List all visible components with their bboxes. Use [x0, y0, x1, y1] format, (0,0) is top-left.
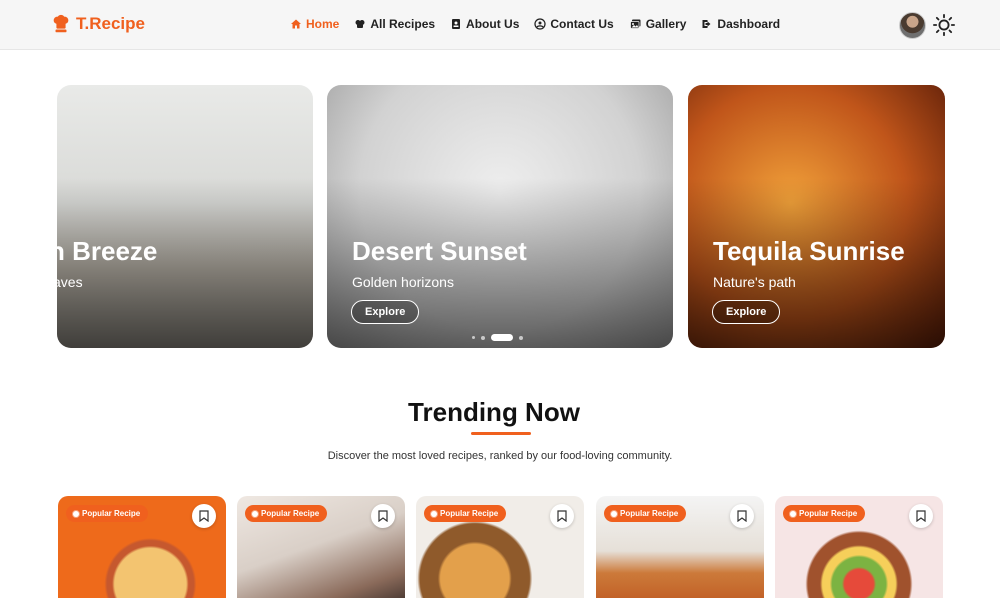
- popular-badge: Popular Recipe: [245, 505, 328, 522]
- carousel-dot[interactable]: [472, 336, 475, 339]
- recipe-card[interactable]: Popular Recipe: [775, 496, 943, 598]
- title-underline: [471, 432, 531, 435]
- slide-title: Desert Sunset: [352, 236, 527, 266]
- brand-logo[interactable]: T.Recipe: [50, 13, 145, 35]
- gallery-icon: [629, 19, 641, 29]
- star-icon: [73, 510, 79, 517]
- nav-all-recipes[interactable]: All Recipes: [354, 17, 435, 31]
- slide-subtitle: Golden horizons: [352, 274, 454, 290]
- bookmark-icon: [378, 510, 388, 522]
- bookmark-button[interactable]: [371, 504, 395, 528]
- popular-badge: Popular Recipe: [783, 505, 866, 522]
- badge-label: Popular Recipe: [82, 509, 141, 518]
- main-nav: Home All Recipes About Us Contact Us Gal…: [290, 17, 780, 31]
- carousel-slide[interactable]: Desert Sunset Golden horizons Explore: [327, 85, 673, 348]
- about-icon: [452, 19, 461, 29]
- nav-gallery-label: Gallery: [645, 17, 687, 31]
- carousel-dot[interactable]: [481, 335, 485, 340]
- slide-subtitle: Nature's path: [713, 274, 796, 290]
- nav-gallery[interactable]: Gallery: [629, 17, 687, 31]
- user-avatar[interactable]: [899, 12, 926, 39]
- recipe-card[interactable]: Popular Recipe: [596, 496, 764, 598]
- bookmark-icon: [199, 510, 209, 522]
- bookmark-button[interactable]: [909, 504, 933, 528]
- badge-label: Popular Recipe: [261, 509, 320, 518]
- nav-about-us-label: About Us: [466, 17, 520, 31]
- nav-dashboard-label: Dashboard: [717, 17, 781, 31]
- slide-title: Tequila Sunrise: [713, 236, 905, 266]
- dashboard-icon: [702, 20, 711, 28]
- slide-subtitle: aves: [57, 274, 83, 290]
- nav-about-us[interactable]: About Us: [450, 17, 519, 31]
- badge-label: Popular Recipe: [440, 509, 499, 518]
- brand-name: T.Recipe: [76, 14, 145, 33]
- bookmark-icon: [557, 510, 567, 522]
- popular-badge: Popular Recipe: [66, 505, 149, 522]
- recipes-icon: [355, 20, 365, 28]
- recipe-card[interactable]: Popular Recipe: [237, 496, 405, 598]
- popular-badge: Popular Recipe: [604, 505, 687, 522]
- recipe-card[interactable]: Popular Recipe: [58, 496, 226, 598]
- nav-home-label: Home: [306, 17, 340, 31]
- badge-label: Popular Recipe: [620, 509, 679, 518]
- nav-home[interactable]: Home: [290, 17, 339, 31]
- carousel-pagination: [472, 334, 523, 341]
- carousel-dot[interactable]: [519, 335, 523, 340]
- nav-contact-us-label: Contact Us: [550, 17, 614, 31]
- bookmark-button[interactable]: [730, 504, 754, 528]
- explore-button[interactable]: Explore: [351, 300, 420, 324]
- star-icon: [790, 510, 796, 517]
- contact-icon: [534, 18, 546, 30]
- section-description: Discover the most loved recipes, ranked …: [327, 450, 673, 462]
- star-icon: [611, 510, 617, 517]
- carousel-slide[interactable]: n Breeze aves: [57, 85, 313, 348]
- bookmark-icon: [737, 510, 747, 522]
- bookmark-icon: [916, 510, 926, 522]
- badge-label: Popular Recipe: [799, 509, 858, 518]
- sun-icon[interactable]: [933, 14, 955, 36]
- explore-button[interactable]: Explore: [712, 300, 781, 324]
- carousel-slide[interactable]: Tequila Sunrise Nature's path Explore: [688, 85, 945, 348]
- bookmark-button[interactable]: [550, 504, 574, 528]
- recipe-card[interactable]: Popular Recipe: [416, 496, 584, 598]
- chef-icon: [53, 14, 69, 33]
- star-icon: [252, 510, 258, 517]
- bookmark-button[interactable]: [192, 504, 216, 528]
- section-title: Trending Now: [408, 397, 580, 427]
- slide-title: n Breeze: [57, 236, 158, 266]
- carousel-dot-active[interactable]: [491, 334, 513, 341]
- navbar: T.Recipe Home All Recipes About Us Conta…: [0, 0, 1000, 50]
- popular-badge: Popular Recipe: [424, 505, 507, 522]
- star-icon: [431, 510, 437, 517]
- nav-all-recipes-label: All Recipes: [370, 17, 436, 31]
- nav-contact-us[interactable]: Contact Us: [534, 17, 614, 31]
- home-icon: [291, 19, 301, 29]
- nav-dashboard[interactable]: Dashboard: [701, 17, 780, 31]
